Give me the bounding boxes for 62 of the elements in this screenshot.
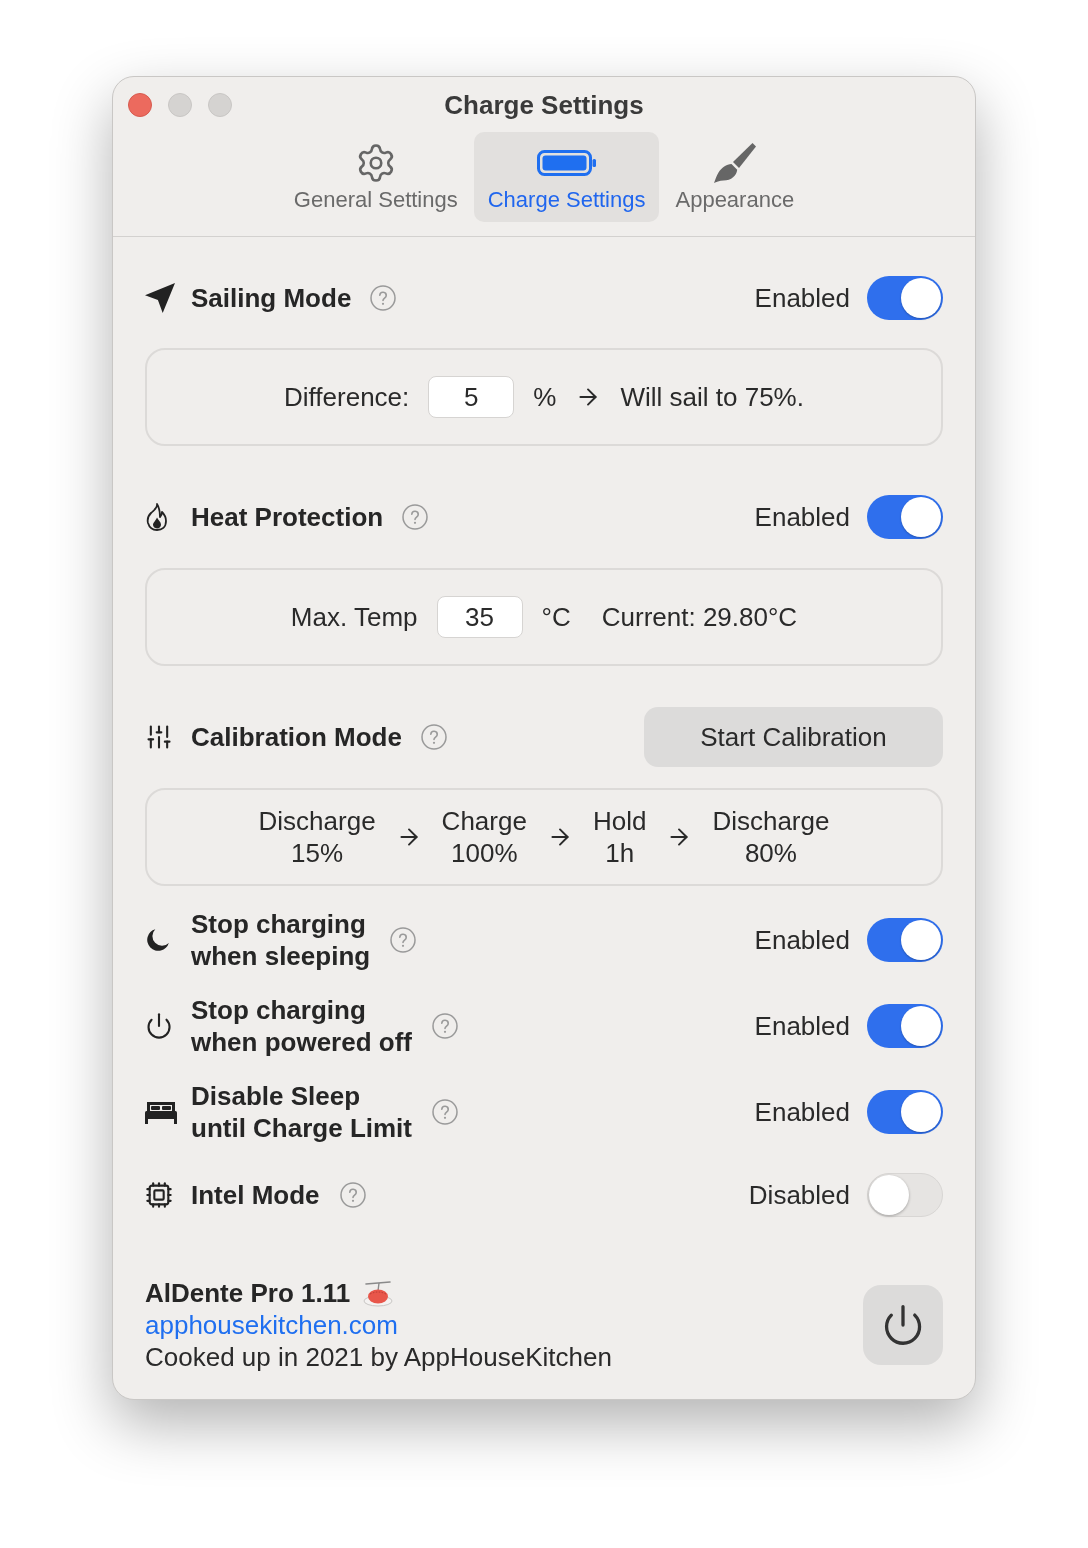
- power-button[interactable]: [863, 1285, 943, 1365]
- step-action: Discharge: [712, 805, 830, 837]
- help-icon[interactable]: [402, 504, 429, 530]
- unit-label: %: [533, 381, 557, 413]
- unit-label: °C: [541, 601, 571, 633]
- field-label: Difference:: [284, 381, 410, 413]
- help-icon[interactable]: [390, 927, 417, 953]
- help-icon[interactable]: [432, 1099, 458, 1125]
- step-action: Discharge: [258, 805, 376, 837]
- option-title: Stop charging when powered off: [191, 994, 412, 1058]
- start-calibration-button[interactable]: Start Calibration: [644, 707, 943, 767]
- website-link[interactable]: apphousekitchen.com: [145, 1309, 398, 1341]
- number-field[interactable]: 5: [428, 376, 515, 418]
- step-target: 15%: [291, 837, 344, 869]
- toggle-switch[interactable]: [867, 1090, 943, 1134]
- window-title: Charge Settings: [444, 88, 644, 121]
- close-button[interactable]: [128, 92, 152, 117]
- toggle-switch[interactable]: [867, 495, 943, 539]
- status-label: Disabled: [748, 1179, 850, 1211]
- status-label: Enabled: [754, 1010, 850, 1042]
- status-label: Enabled: [754, 924, 850, 956]
- number-field[interactable]: 35: [436, 596, 523, 638]
- step-action: Hold: [592, 805, 647, 837]
- status-label: Enabled: [754, 1096, 850, 1128]
- moon-icon: [145, 927, 171, 953]
- step-target: 100%: [451, 837, 518, 869]
- section-title: Calibration Mode: [191, 721, 402, 753]
- toggle-switch[interactable]: [867, 1004, 943, 1048]
- tab[interactable]: Appearance: [665, 132, 805, 222]
- section-title: Heat Protection: [191, 501, 384, 533]
- toggle-switch[interactable]: [867, 1173, 943, 1217]
- status-label: Enabled: [754, 501, 850, 533]
- tab[interactable]: Charge Settings: [473, 132, 660, 222]
- help-icon[interactable]: [420, 724, 447, 750]
- reading-text: Current: 29.80°C: [601, 601, 798, 633]
- app-name: AlDente Pro 1.11: [145, 1277, 351, 1309]
- toggle-switch[interactable]: [867, 276, 943, 320]
- option-title: Stop charging when sleeping: [191, 908, 371, 972]
- help-icon[interactable]: [432, 1013, 458, 1039]
- battery-icon: [536, 150, 597, 176]
- step-target: 1h: [605, 837, 635, 869]
- cpu-icon: [145, 1181, 173, 1209]
- step-target: 80%: [744, 837, 797, 869]
- toggle-switch[interactable]: [867, 918, 943, 962]
- credit-text: Cooked up in 2021 by AppHouseKitchen: [145, 1341, 612, 1373]
- help-icon[interactable]: [339, 1182, 366, 1208]
- paintbrush-icon: [712, 142, 757, 184]
- power-icon: [145, 1012, 173, 1040]
- paper-plane-icon: [145, 283, 175, 313]
- section-title: Sailing Mode: [191, 282, 352, 314]
- sliders-icon: [145, 723, 173, 751]
- status-label: Enabled: [754, 282, 850, 314]
- help-icon[interactable]: [370, 285, 397, 311]
- field-label: Max. Temp: [290, 601, 418, 633]
- option-title: Intel Mode: [191, 1179, 320, 1211]
- option-title: Disable Sleep until Charge Limit: [191, 1080, 412, 1144]
- bed-icon: [145, 1100, 177, 1124]
- pasta-bowl-icon: [362, 1279, 395, 1307]
- result-text: Will sail to 75%.: [620, 381, 804, 413]
- flame-icon: [145, 502, 169, 532]
- step-action: Charge: [441, 805, 527, 837]
- tab[interactable]: General Settings: [283, 132, 468, 222]
